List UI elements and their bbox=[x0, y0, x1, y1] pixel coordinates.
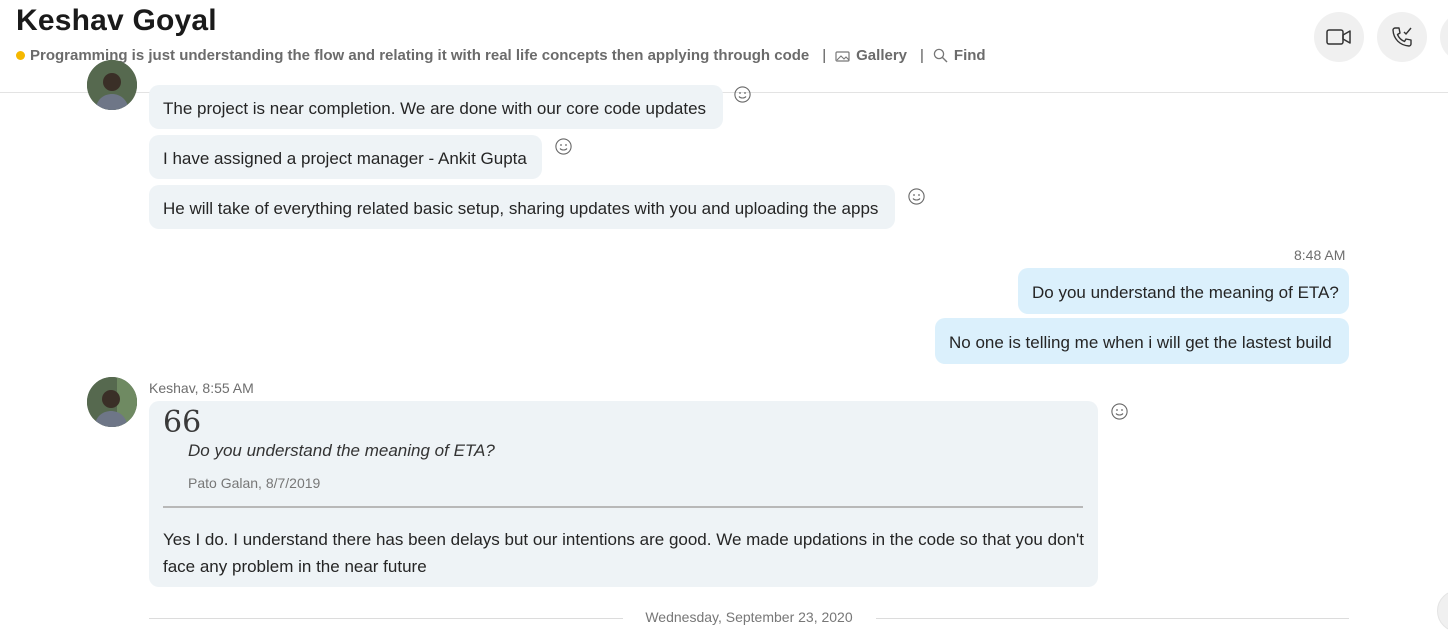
date-divider: Wednesday, September 23, 2020 bbox=[645, 609, 853, 625]
mood-status-icon bbox=[16, 51, 25, 60]
date-divider-line bbox=[876, 618, 1349, 619]
quoted-message-text: Do you understand the meaning of ETA? bbox=[188, 441, 495, 460]
quote-divider bbox=[163, 506, 1083, 508]
contact-name[interactable]: Keshav Goyal bbox=[16, 4, 217, 38]
find-link[interactable]: Find bbox=[933, 47, 986, 64]
quote-mark-icon: 66 bbox=[163, 405, 202, 440]
more-button[interactable] bbox=[1440, 12, 1448, 62]
message-bubble[interactable]: The project is near completion. We are d… bbox=[149, 85, 723, 129]
message-bubble-outgoing[interactable]: No one is telling me when i will get the… bbox=[935, 318, 1349, 364]
smiley-icon[interactable] bbox=[555, 138, 572, 155]
message-text: I have assigned a project manager - Anki… bbox=[163, 149, 527, 168]
find-label: Find bbox=[953, 47, 986, 64]
message-text: He will take of everything related basic… bbox=[163, 199, 879, 218]
scroll-button[interactable] bbox=[1437, 590, 1448, 632]
chat-header: Keshav Goyal Programming is just underst… bbox=[0, 0, 1448, 93]
message-text: The project is near completion. We are d… bbox=[163, 99, 707, 118]
smiley-icon[interactable] bbox=[734, 86, 751, 103]
video-call-button[interactable] bbox=[1314, 12, 1364, 62]
audio-call-button[interactable] bbox=[1377, 12, 1427, 62]
sender-timestamp: Keshav, 8:55 AM bbox=[149, 380, 254, 396]
avatar[interactable] bbox=[87, 60, 137, 110]
reply-message-bubble[interactable]: 66 Do you understand the meaning of ETA?… bbox=[149, 401, 1098, 587]
message-timestamp: 8:48 AM bbox=[1294, 247, 1346, 263]
quoted-message-meta: Pato Galan, 8/7/2019 bbox=[188, 475, 321, 491]
search-icon bbox=[933, 48, 948, 63]
message-bubble-outgoing[interactable]: Do you understand the meaning of ETA? bbox=[1018, 268, 1349, 314]
message-bubble[interactable]: He will take of everything related basic… bbox=[149, 185, 895, 229]
person-photo-icon bbox=[87, 377, 137, 427]
message-text: No one is telling me when i will get the… bbox=[949, 333, 1332, 352]
gallery-label: Gallery bbox=[856, 47, 908, 64]
smiley-icon[interactable] bbox=[908, 188, 925, 205]
mood-message: Programming is just understanding the fl… bbox=[30, 47, 810, 64]
phone-call-icon bbox=[1392, 27, 1412, 47]
message-text: Yes I do. I understand there has been de… bbox=[163, 530, 1084, 576]
gallery-icon bbox=[835, 50, 850, 62]
person-photo-icon bbox=[87, 60, 137, 110]
video-camera-icon bbox=[1326, 29, 1351, 45]
avatar[interactable] bbox=[87, 377, 137, 427]
separator: | bbox=[822, 47, 827, 64]
separator: | bbox=[920, 47, 924, 64]
smiley-icon[interactable] bbox=[1111, 403, 1128, 420]
mood-line: Programming is just understanding the fl… bbox=[16, 47, 986, 64]
message-text: Do you understand the meaning of ETA? bbox=[1032, 283, 1339, 302]
message-bubble[interactable]: I have assigned a project manager - Anki… bbox=[149, 135, 542, 179]
gallery-link[interactable]: Gallery bbox=[835, 47, 907, 64]
